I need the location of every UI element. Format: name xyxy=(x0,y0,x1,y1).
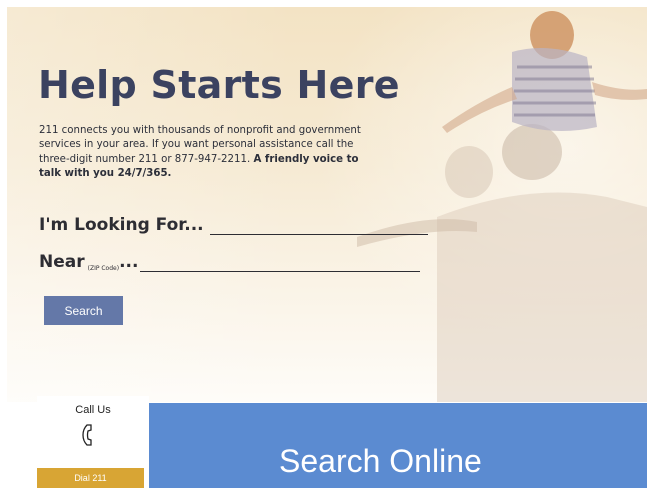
hero-banner: Help Starts Here 211 connects you with t… xyxy=(7,7,647,402)
adult-head-shape xyxy=(502,124,562,180)
near-label: Near xyxy=(39,252,85,272)
dial-211-button[interactable]: Dial 211 xyxy=(37,468,144,488)
child-arm-right-shape xyxy=(592,82,647,100)
search-online-label: Search Online xyxy=(279,443,482,479)
call-us-panel: Call Us Dial 211 xyxy=(37,396,149,488)
near-row: Near (ZIP Code) ... xyxy=(39,252,421,272)
zip-code-input[interactable] xyxy=(140,255,421,272)
page-headline: Help Starts Here xyxy=(38,63,400,107)
looking-for-label: I'm Looking For... xyxy=(39,215,204,235)
call-us-label: Call Us xyxy=(75,404,111,416)
search-online-panel[interactable]: Search Online xyxy=(149,403,647,488)
looking-for-input[interactable] xyxy=(209,218,428,235)
phone-icon xyxy=(82,424,92,446)
intro-text: 211 connects you with thousands of nonpr… xyxy=(39,124,369,181)
search-button[interactable]: Search xyxy=(44,296,123,325)
near-label-suffix: ... xyxy=(119,252,139,272)
second-head-shape xyxy=(445,146,493,198)
looking-for-row: I'm Looking For... xyxy=(39,215,428,235)
child-arm-shape xyxy=(442,87,517,133)
zip-code-note: (ZIP Code) xyxy=(87,265,120,272)
